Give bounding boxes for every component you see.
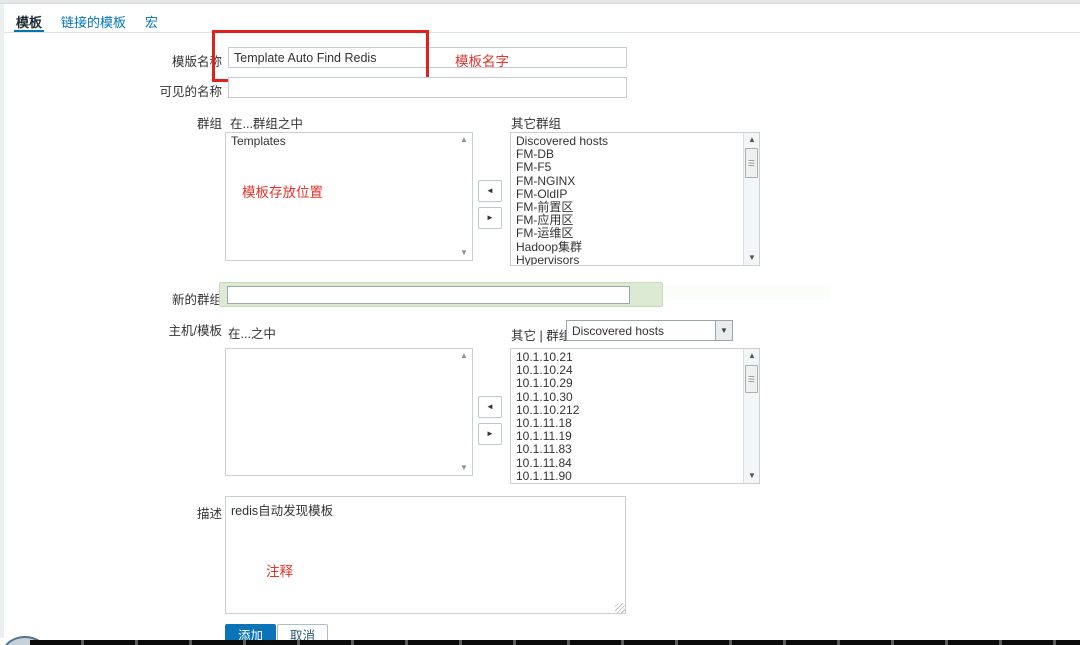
groups-other-list: Discovered hosts FM-DB FM-F5 FM-NGINX FM-Old… — [511, 133, 743, 265]
hosts-label: 主机/模板 — [168, 324, 222, 338]
groups-label: 群组 — [196, 117, 222, 131]
new-group-label: 新的群组 — [171, 293, 222, 307]
hosts-other-list: 10.1.10.21 10.1.10.24 10.1.10.29 10.1.10.30… — [511, 349, 743, 483]
new-group-highlight — [664, 286, 830, 300]
hosts-in-list — [226, 349, 456, 475]
groups-in-label: 在...群组之中 — [230, 117, 303, 131]
hosts-other-label: 其它 | 群组 — [511, 329, 572, 343]
description-label: 描述 — [196, 507, 222, 521]
list-item[interactable]: 10.1.10.212 — [511, 403, 743, 417]
tab-linked-templates[interactable]: 链接的模板 — [59, 10, 128, 33]
groups-scrollbar[interactable]: ▲ ☰ ▼ — [743, 133, 759, 265]
visible-name-input[interactable] — [228, 77, 627, 98]
hosts-scrollbar[interactable]: ▲ ☰ ▼ — [743, 349, 759, 483]
template-config-page: 模板 链接的模板 宏 模版名称 模板名字 可见的名称 群组 在...群组之中 其… — [0, 0, 1080, 645]
groups-in-listbox[interactable]: Templates ▲ ▼ 模板存放位置 — [225, 132, 473, 261]
hosts-other-listbox[interactable]: 10.1.10.21 10.1.10.24 10.1.10.29 10.1.10.30… — [510, 348, 760, 484]
hosts-group-select[interactable]: Discovered hosts ▼ — [566, 320, 733, 341]
hosts-move-right-button[interactable]: ► — [478, 423, 502, 445]
list-item[interactable]: FM-NGINX — [511, 174, 743, 188]
list-item[interactable]: Templates — [226, 134, 456, 148]
list-item[interactable]: 10.1.11.83 — [511, 443, 743, 456]
groups-move-right-button[interactable]: ► — [478, 207, 502, 229]
list-item[interactable]: FM-OldIP — [511, 187, 743, 201]
scroll-down-icon[interactable]: ▼ — [744, 251, 759, 265]
list-item[interactable]: Hypervisors — [511, 253, 743, 265]
hosts-group-select-value: Discovered hosts — [572, 323, 665, 338]
groups-other-label: 其它群组 — [511, 117, 562, 131]
scroll-up-icon[interactable]: ▲ — [744, 349, 759, 363]
hosts-move-left-button[interactable]: ◄ — [478, 396, 502, 418]
template-name-input[interactable] — [228, 47, 627, 68]
scroll-down-icon[interactable]: ▼ — [457, 462, 471, 474]
groups-other-listbox[interactable]: Discovered hosts FM-DB FM-F5 FM-NGINX FM-Old… — [510, 132, 760, 266]
groups-in-list: Templates — [226, 133, 456, 260]
list-item[interactable]: 10.1.10.30 — [511, 390, 743, 404]
visible-name-label: 可见的名称 — [159, 85, 222, 99]
description-textarea[interactable]: redis自动发现模板 — [225, 496, 626, 614]
list-item[interactable]: Hadoop集群 — [511, 240, 743, 254]
list-item[interactable]: 10.1.11.84 — [511, 456, 743, 470]
scroll-down-icon[interactable]: ▼ — [457, 247, 471, 259]
hosts-in-listbox[interactable]: ▲ ▼ — [225, 348, 473, 476]
list-item[interactable]: 10.1.11.90 — [511, 469, 743, 483]
hosts-in-label: 在...之中 — [228, 327, 276, 341]
scrollbar-thumb[interactable]: ☰ — [745, 148, 758, 178]
tab-bar: 模板 链接的模板 宏 — [14, 10, 175, 33]
list-item[interactable]: FM-运维区 — [511, 227, 743, 240]
tab-separator — [4, 32, 1080, 33]
list-item[interactable]: 10.1.10.29 — [511, 377, 743, 390]
textarea-resize-handle[interactable] — [615, 603, 625, 613]
scroll-down-icon[interactable]: ▼ — [744, 469, 759, 483]
new-group-input[interactable] — [227, 286, 630, 304]
video-timeline-bar[interactable] — [30, 640, 1080, 645]
list-item[interactable]: FM-F5 — [511, 161, 743, 174]
scroll-up-icon[interactable]: ▲ — [457, 134, 471, 146]
scroll-up-icon[interactable]: ▲ — [744, 133, 759, 147]
groups-move-left-button[interactable]: ◄ — [478, 180, 502, 202]
new-group-field-wrap — [219, 282, 663, 307]
tab-template[interactable]: 模板 — [14, 10, 45, 33]
scrollbar-thumb[interactable]: ☰ — [745, 365, 758, 393]
top-edge-strip — [0, 0, 1080, 4]
template-name-label: 模版名称 — [171, 55, 222, 69]
dropdown-arrow-icon[interactable]: ▼ — [715, 321, 732, 340]
tab-macros[interactable]: 宏 — [143, 10, 160, 33]
scroll-up-icon[interactable]: ▲ — [457, 350, 471, 362]
